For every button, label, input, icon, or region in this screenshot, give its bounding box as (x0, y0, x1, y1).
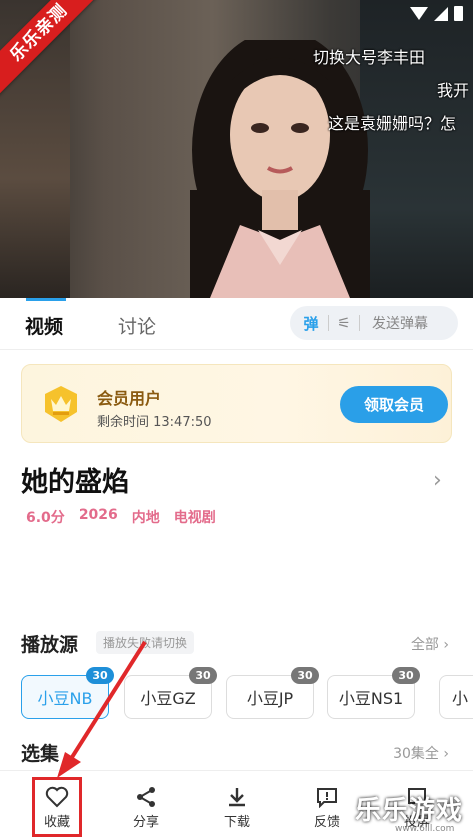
episodes-title: 选集 (21, 743, 60, 765)
status-bar (410, 6, 463, 21)
chevron-right-icon[interactable]: › (433, 468, 442, 493)
watermark-logo: 乐乐游戏 (355, 796, 464, 826)
feedback-button[interactable]: 反馈 (297, 783, 357, 830)
danmu-settings-icon[interactable]: ⚟ (333, 312, 355, 334)
danmu-comment: 我开 (437, 81, 470, 100)
share-icon (116, 783, 176, 811)
region: 内地 (131, 510, 160, 526)
watermark-url: www.6lll.com (395, 824, 455, 834)
highlight-box (32, 777, 82, 837)
year: 2026 (78, 507, 118, 523)
download-button[interactable]: 下载 (207, 783, 267, 830)
share-button[interactable]: 分享 (116, 783, 176, 830)
episode-count-badge: 30 (392, 667, 420, 684)
pointer-arrow-icon (57, 640, 147, 778)
danmu-input-bar[interactable]: 弹 ⚟ 发送弹幕 (290, 306, 458, 340)
danmu-toggle-button[interactable]: 弹 (298, 310, 324, 336)
source-chip-label: 小豆NS1 (338, 689, 404, 708)
episodes-all-label: 30集全 (393, 746, 439, 762)
tab-discuss[interactable]: 讨论 (118, 312, 156, 339)
share-label: 分享 (132, 815, 159, 830)
video-frame-woman (190, 40, 370, 298)
divider (328, 315, 329, 331)
video-player[interactable]: 乐乐亲测 切换大号李丰田 我开 这是袁姗姗吗？怎 (0, 0, 473, 298)
wifi-icon (410, 7, 428, 20)
content-tabs: 视频 讨论 弹 ⚟ 发送弹幕 (0, 298, 473, 350)
download-icon (207, 783, 267, 811)
crown-icon (45, 386, 77, 422)
show-title: 她的盛焰 (21, 467, 129, 498)
source-chip-label: 小豆JP (246, 689, 294, 708)
vip-title: 会员用户 (97, 389, 162, 408)
signal-icon (434, 6, 448, 21)
battery-icon (454, 6, 463, 21)
danmu-comment: 切换大号李丰田 (313, 48, 426, 67)
feedback-icon (297, 783, 357, 811)
source-all-link[interactable]: 全部 › (411, 634, 449, 654)
episode-count-badge: 30 (189, 667, 217, 684)
episode-count-badge: 30 (291, 667, 319, 684)
tab-video[interactable]: 视频 (25, 312, 63, 339)
episodes-all-link[interactable]: 30集全 › (393, 743, 449, 763)
source-chip[interactable]: 小 (439, 675, 473, 719)
danmu-comment: 这是袁姗姗吗？怎 (328, 114, 457, 133)
show-meta: 6.0分 2026 内地 电视剧 (26, 507, 216, 527)
source-chip-label: 小 (452, 689, 469, 708)
download-label: 下载 (223, 815, 250, 830)
tab-indicator (26, 298, 66, 301)
divider (359, 315, 360, 331)
source-all-label: 全部 (410, 637, 439, 653)
send-danmu-input[interactable]: 发送弹幕 (372, 313, 428, 333)
feedback-label: 反馈 (313, 815, 340, 830)
claim-vip-button[interactable]: 领取会员 (340, 386, 448, 423)
rating: 6.0分 (26, 510, 65, 526)
source-chip[interactable]: 小豆JP 30 (226, 667, 319, 719)
vip-remaining-time: 剩余时间 13:47:50 (97, 415, 212, 430)
source-chip[interactable]: 小豆NS1 30 (327, 667, 420, 719)
category: 电视剧 (173, 510, 216, 526)
vip-card: 会员用户 剩余时间 13:47:50 领取会员 (21, 364, 452, 443)
